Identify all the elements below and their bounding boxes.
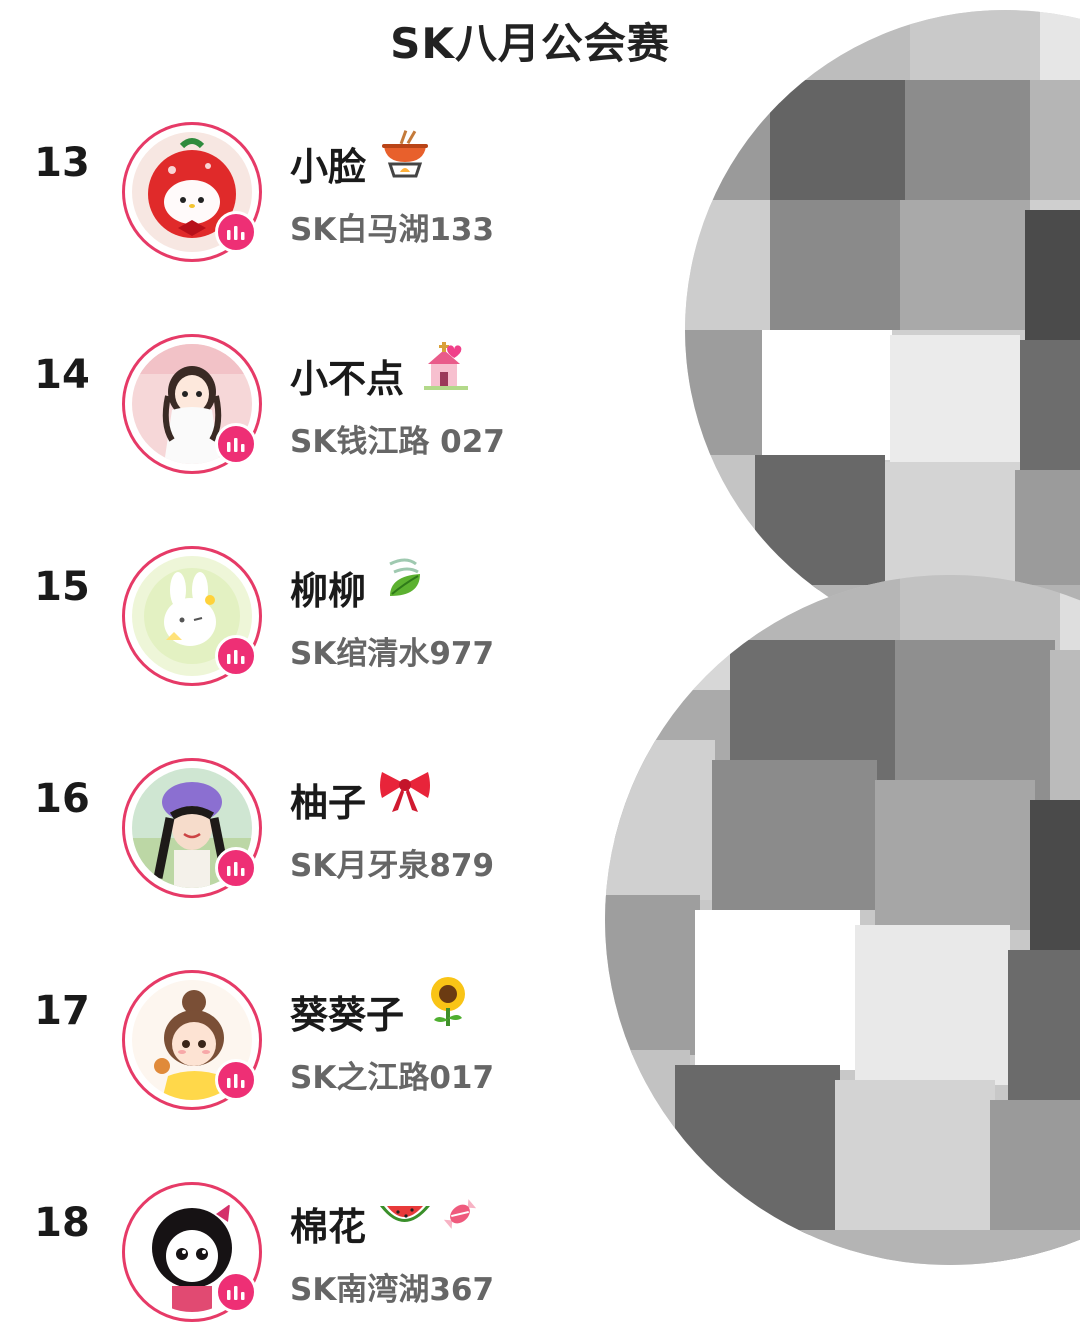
rank-number: 13 [34,140,90,186]
ranking-row[interactable]: 14 小不点 SK钱江路 027 [0,282,700,474]
avatar[interactable] [122,122,262,262]
user-id: SK南湾湖367 [290,1272,495,1308]
user-name: 葵葵子 [290,993,405,1037]
user-name: 柚子 [290,781,367,825]
avatar[interactable] [122,334,262,474]
live-indicator-icon [215,1271,257,1313]
leaf-wind-emoji [389,558,420,596]
live-indicator-icon [215,635,257,677]
user-id: SK钱江路 027 [290,424,505,460]
wedding-chapel-emoji [424,342,468,390]
user-id: SK绾清水977 [290,636,495,672]
ranking-row[interactable]: 13 小脸 SK白马湖133 [0,70,700,262]
live-indicator-icon [215,1059,257,1101]
user-name: 柳柳 [290,569,367,613]
user-id: SK白马湖133 [290,212,495,248]
ranking-row[interactable]: 15 柳柳 SK绾清水977 [0,494,700,686]
user-name: 小脸 [290,145,367,189]
rank-number: 14 [34,352,90,398]
ranking-row[interactable]: 16 柚子 SK月牙泉879 [0,706,700,898]
rank-number: 18 [34,1200,90,1246]
live-indicator-icon [215,847,257,889]
avatar[interactable] [122,758,262,898]
avatar[interactable] [122,546,262,686]
rank-number: 17 [34,988,90,1034]
rank-number: 15 [34,564,90,610]
hotpot-emoji [382,130,428,178]
user-id: SK之江路017 [290,1060,495,1096]
user-id: SK月牙泉879 [290,848,495,884]
ribbon-bow-emoji [380,772,430,812]
rank-number: 16 [34,776,90,822]
live-indicator-icon [215,211,257,253]
live-indicator-icon [215,423,257,465]
ranking-row[interactable]: 18 棉花 SK南湾湖367 [0,1130,700,1322]
avatar[interactable] [122,1182,262,1322]
user-name: 棉花 [290,1205,367,1249]
avatar[interactable] [122,970,262,1110]
ranking-row[interactable]: 17 葵葵子 SK之江路017 [0,918,700,1110]
user-name: 小不点 [290,357,405,401]
sunflower-emoji [431,977,465,1026]
ranking-list: 13 小脸 SK白马湖133 14 小不点 SK钱江路 027 15 柳柳 SK… [0,0,1080,1322]
watermelon-candy-emoji [380,1199,477,1229]
